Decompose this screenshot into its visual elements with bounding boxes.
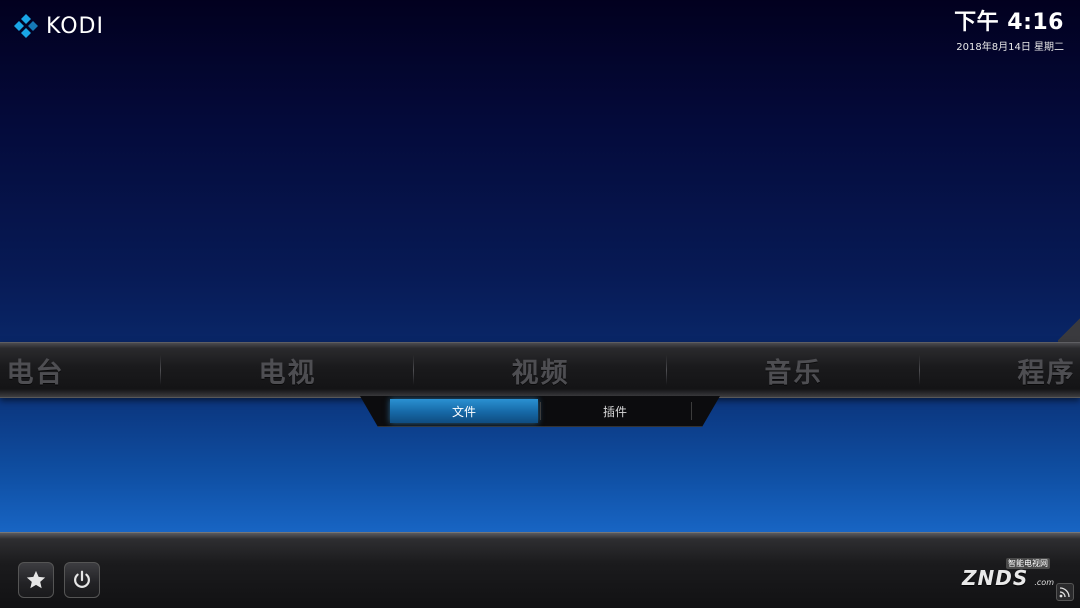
clock-date: 2018年8月14日 星期二 [956,42,1064,53]
clock-time: 下午 4:16 [954,10,1064,35]
submenu-separator [691,402,692,420]
band-fold-decoration [1058,314,1080,344]
watermark-main-text: ZNDS [962,566,1029,590]
main-menu: 电台 电视 视频 音乐 程序 [0,342,1080,398]
menu-item-programs[interactable]: 程序 [920,343,1080,397]
kodi-logo-icon [14,14,38,38]
sub-menu: 文件 插件 [360,396,720,427]
clock: 下午 4:16 2018年8月14日 星期二 [954,4,1064,53]
bottom-bar [0,532,1080,608]
submenu-item-addons[interactable]: 插件 [541,399,689,423]
kodi-logo: KODI [12,12,104,40]
menu-item-tv[interactable]: 电视 [161,343,414,397]
menu-item-radio[interactable]: 电台 [0,343,162,397]
menu-item-music[interactable]: 音乐 [667,343,920,397]
menu-item-videos[interactable]: 视频 [414,343,667,397]
favourites-button[interactable] [18,562,54,598]
rss-feed-button[interactable] [1056,583,1074,601]
submenu-item-files[interactable]: 文件 [390,399,538,423]
watermark-sub-text: .com [1034,578,1054,587]
znds-watermark: 智能电视网 ZNDS .com [958,552,1054,592]
rss-icon [1059,587,1070,598]
power-button[interactable] [64,562,100,598]
star-icon [26,570,46,589]
brand-name: KODI [46,13,104,39]
power-icon [74,570,90,588]
